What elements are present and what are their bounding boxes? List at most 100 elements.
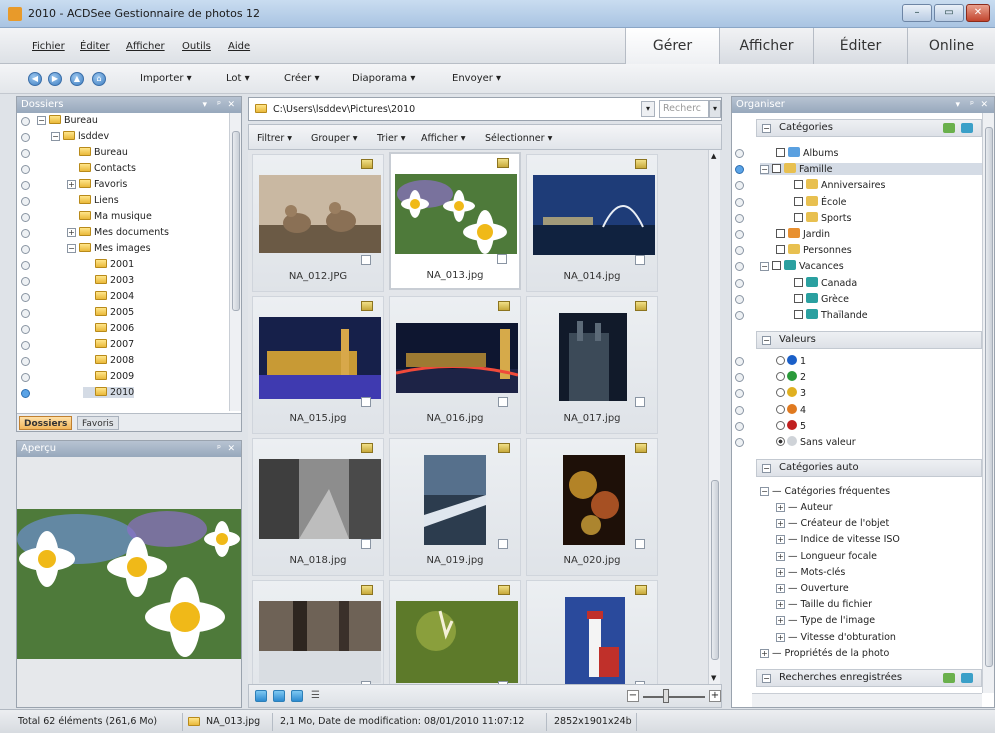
thumbnail-cell[interactable]: NA_018.jpg — [252, 438, 384, 576]
category-checkbox[interactable] — [776, 148, 785, 157]
tree-gutter-dot[interactable] — [21, 357, 30, 366]
mode-tab-afficher[interactable]: Afficher — [719, 28, 813, 64]
category-item[interactable]: Grèce — [794, 292, 849, 305]
menu-outils[interactable]: Outils — [182, 41, 211, 52]
tree-gutter-dot[interactable] — [21, 309, 30, 318]
thumbnail-checkbox[interactable] — [361, 255, 371, 265]
expand-icon[interactable]: − — [760, 487, 769, 496]
thumbnail-checkbox[interactable] — [635, 539, 645, 549]
category-gutter-dot[interactable] — [735, 213, 744, 223]
category-item[interactable]: Jardin — [776, 228, 830, 240]
tree-gutter-dot[interactable] — [21, 293, 30, 302]
expand-icon[interactable]: − — [37, 116, 46, 125]
rating-radio[interactable] — [776, 404, 785, 414]
category-checkbox[interactable] — [772, 164, 781, 174]
thumbnail-checkbox[interactable] — [635, 397, 645, 407]
tree-gutter-dot[interactable] — [21, 325, 30, 334]
thumbnail-checkbox[interactable] — [361, 539, 371, 549]
thumbnail-cell[interactable]: NA_019.jpg — [389, 438, 521, 576]
rating-item[interactable]: 4 — [776, 403, 806, 416]
category-item[interactable]: Albums — [776, 147, 838, 159]
expand-icon[interactable]: + — [776, 503, 785, 512]
folder-tree-item[interactable]: Bureau — [67, 147, 128, 158]
view-button[interactable]: Afficher ▾ — [421, 133, 465, 144]
tree-gutter-dot[interactable] — [21, 133, 30, 142]
add-category-icon[interactable] — [943, 123, 955, 133]
thumbnail-cell[interactable]: NA_014.jpg — [526, 154, 658, 292]
category-checkbox[interactable] — [776, 229, 785, 238]
auto-category-item[interactable]: + — Vitesse d'obturation — [776, 632, 896, 643]
search-dropdown-icon[interactable]: ▾ — [709, 100, 721, 118]
thumbnail-cell[interactable]: NA_020.jpg — [526, 438, 658, 576]
auto-category-item[interactable]: + — Indice de vitesse ISO — [776, 534, 900, 545]
thumbnail-checkbox[interactable] — [497, 254, 507, 264]
category-gutter-dot[interactable] — [735, 230, 744, 239]
thumbnail-cell[interactable]: NA_016.jpg — [389, 296, 521, 434]
folder-tree-item[interactable]: Contacts — [67, 163, 136, 174]
select-button[interactable]: Sélectionner ▾ — [485, 133, 552, 144]
thumbnail-checkbox[interactable] — [498, 397, 508, 407]
tree-gutter-dot[interactable] — [21, 245, 30, 254]
collapse-icon[interactable]: − — [762, 336, 771, 345]
folder-tree-item[interactable]: 2009 — [83, 371, 134, 382]
search-input[interactable]: Recherc — [659, 100, 709, 118]
folder-tree-item[interactable]: 2010 — [83, 387, 135, 398]
category-checkbox[interactable] — [794, 277, 803, 287]
category-checkbox[interactable] — [794, 212, 803, 222]
sort-button[interactable]: Trier ▾ — [377, 133, 406, 144]
rating-item[interactable]: Sans valeur — [776, 436, 856, 448]
pin-icon[interactable]: ᵖ — [217, 441, 221, 457]
folder-tree-item[interactable]: − lsddev — [51, 131, 109, 142]
expand-icon[interactable]: + — [67, 228, 76, 237]
thumbnail-cell[interactable] — [389, 580, 521, 684]
send-button[interactable]: Envoyer ▾ — [452, 73, 501, 84]
collapse-icon[interactable]: − — [762, 464, 771, 473]
zoom-out-icon[interactable]: − — [627, 690, 639, 702]
tree-gutter-dot[interactable] — [21, 373, 30, 382]
thumbnail-cell[interactable] — [252, 580, 384, 684]
batch-button[interactable]: Lot ▾ — [226, 73, 250, 84]
category-checkbox[interactable] — [794, 196, 803, 206]
add-search-icon[interactable] — [943, 673, 955, 683]
menu-afficher[interactable]: Afficher — [126, 41, 165, 52]
rating-item[interactable]: 5 — [776, 419, 806, 432]
expand-icon[interactable]: − — [760, 262, 769, 272]
folder-tree-item[interactable]: 2008 — [83, 355, 134, 366]
menu-editer[interactable]: Éditer — [80, 41, 110, 52]
expand-icon[interactable]: − — [760, 165, 769, 175]
expand-icon[interactable]: + — [67, 180, 76, 189]
folder-tree-item[interactable]: 2006 — [83, 323, 134, 334]
organizer-scroll-thumb[interactable] — [985, 127, 993, 667]
auto-category-item[interactable]: + — Type de l'image — [776, 615, 875, 626]
folder-tree-item[interactable]: 2004 — [83, 291, 134, 302]
rating-radio[interactable] — [776, 356, 785, 365]
folder-tree-item[interactable]: 2001 — [83, 259, 134, 270]
category-item[interactable]: Personnes — [776, 244, 852, 256]
menu-aide[interactable]: Aide — [228, 41, 250, 52]
expand-icon[interactable]: + — [776, 551, 785, 561]
auto-category-item[interactable]: + — Ouverture — [776, 583, 849, 594]
grid-scroll-thumb[interactable] — [711, 480, 719, 660]
filter-button[interactable]: Filtrer ▾ — [257, 133, 292, 144]
expand-icon[interactable]: + — [776, 535, 785, 545]
category-item[interactable]: − Famille — [760, 163, 982, 176]
view-mode-icon[interactable] — [291, 690, 303, 702]
thumbnail-checkbox[interactable] — [361, 397, 371, 407]
expand-icon[interactable]: + — [776, 519, 785, 529]
category-gutter-dot[interactable] — [735, 197, 744, 207]
auto-category-item[interactable]: + — Taille du fichier — [776, 599, 872, 610]
path-input[interactable]: C:\Users\lsddev\Pictures\2010 — [273, 104, 415, 115]
section-auto-categories[interactable]: − Catégories auto — [756, 459, 982, 477]
mode-tab-gerer[interactable]: Gérer — [625, 28, 719, 64]
menu-fichier[interactable]: Fichier — [32, 41, 65, 52]
expand-icon[interactable]: + — [776, 616, 785, 626]
category-item[interactable]: Sports — [794, 211, 851, 224]
expand-icon[interactable]: − — [67, 244, 76, 253]
panel-close-icon[interactable]: ✕ — [227, 97, 235, 113]
view-mode-icon[interactable] — [273, 690, 285, 702]
rating-radio[interactable] — [776, 437, 785, 446]
zoom-slider-handle[interactable] — [663, 689, 669, 703]
category-item[interactable]: − Vacances — [760, 260, 844, 272]
organizer-scrollbar[interactable] — [982, 113, 994, 693]
auto-category-item[interactable]: + — Mots-clés — [776, 567, 845, 578]
